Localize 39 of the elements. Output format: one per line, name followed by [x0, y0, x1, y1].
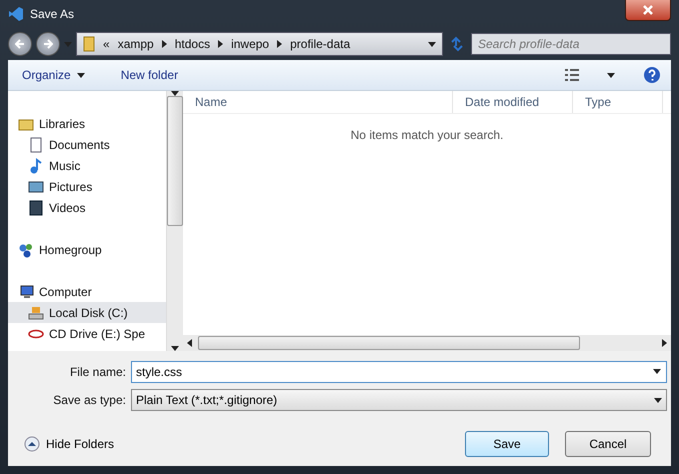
- sidebar-label: Videos: [49, 200, 86, 214]
- sidebar-item[interactable]: CD Drive (E:) Spe: [8, 323, 166, 344]
- sidebar-label: Libraries: [39, 116, 86, 130]
- sidebar-item[interactable]: Local Disk (C:): [8, 302, 166, 323]
- organize-menu[interactable]: Organize: [18, 66, 89, 84]
- column-header[interactable]: Type: [573, 91, 663, 113]
- save-type-label: Save as type:: [52, 393, 127, 407]
- sidebar-label: Computer: [39, 284, 92, 298]
- sidebar-label: Local Disk (C:): [49, 306, 128, 320]
- sidebar-item[interactable]: Videos: [8, 197, 166, 218]
- breadcrumb[interactable]: inwepo: [231, 37, 270, 51]
- save-button[interactable]: Save: [465, 431, 549, 457]
- cancel-button[interactable]: Cancel: [565, 431, 651, 457]
- breadcrumb-overflow[interactable]: «: [103, 37, 110, 51]
- sidebar-item[interactable]: Libraries: [8, 113, 166, 134]
- sidebar-item[interactable]: Documents: [8, 134, 166, 155]
- file-name-field[interactable]: style.css: [131, 361, 667, 383]
- breadcrumb[interactable]: htdocs: [174, 37, 210, 51]
- column-header[interactable]: Name: [183, 91, 453, 113]
- column-header[interactable]: Date modified: [453, 91, 573, 113]
- breadcrumb[interactable]: xampp: [118, 37, 154, 51]
- sidebar-item[interactable]: Computer: [8, 281, 166, 302]
- hide-folders-button[interactable]: Hide Folders: [18, 435, 465, 453]
- sidebar-label: Music: [49, 158, 80, 172]
- address-bar[interactable]: « xampp htdocs inwepo profile-data: [76, 32, 443, 56]
- sidebar-item[interactable]: Homegroup: [8, 239, 166, 260]
- sidebar-item[interactable]: Music: [8, 155, 166, 176]
- sidebar-label: Homegroup: [39, 242, 102, 256]
- new-folder-button[interactable]: New folder: [116, 66, 182, 84]
- empty-message: No items match your search.: [350, 128, 504, 142]
- sidebar-item[interactable]: Pictures: [8, 176, 166, 197]
- breadcrumb[interactable]: profile-data: [290, 37, 350, 51]
- file-name-label: File name:: [68, 365, 127, 379]
- sidebar-label: Documents: [49, 138, 110, 152]
- save-type-dropdown[interactable]: Plain Text (*.txt;*.gitignore): [131, 389, 667, 411]
- sidebar-label: Pictures: [49, 180, 92, 194]
- search-field[interactable]: Search profile-data: [471, 33, 671, 55]
- sidebar-label: CD Drive (E:) Spe: [49, 326, 146, 340]
- window-title: Save As: [30, 7, 76, 21]
